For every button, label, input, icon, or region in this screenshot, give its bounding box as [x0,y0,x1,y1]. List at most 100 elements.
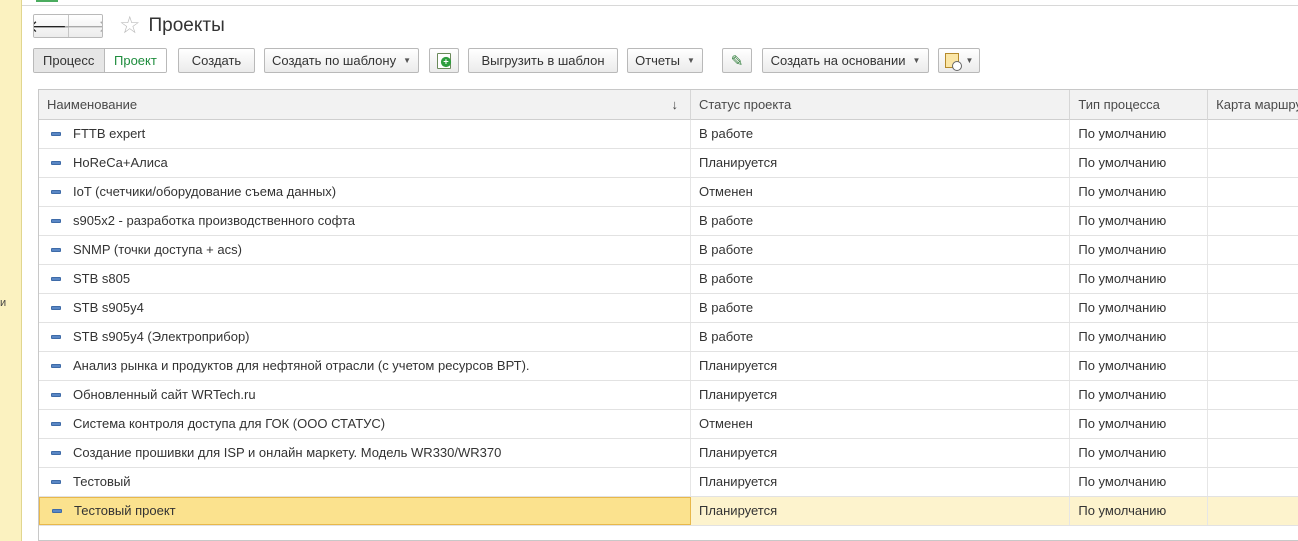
cell-process-type[interactable]: По умолчанию [1070,207,1209,235]
cell-name-text: Система контроля доступа для ГОК (ООО СТ… [73,416,386,431]
cell-route-map[interactable] [1208,497,1298,525]
document-add-icon [437,52,451,69]
table-row[interactable]: STB s905y4 (Электроприбор) В работе По умо… [39,323,1298,352]
cell-process-type[interactable]: По умолчанию [1070,410,1209,438]
table-row[interactable]: SNMP (точки доступа + acs) В работе По умо… [39,236,1298,265]
cell-status[interactable]: Планируется [691,352,1071,380]
star-icon[interactable]: ☆ [119,14,141,38]
cell-route-map[interactable] [1208,410,1298,438]
cell-route-map[interactable] [1208,352,1298,380]
toolbar: Процесс Проект Создать Создать по шаблон… [33,48,1298,74]
cell-name[interactable]: STB s805 [39,265,691,293]
create-button[interactable]: Создать [178,48,255,73]
forward-button[interactable]: 🡒 [63,15,102,37]
table-row[interactable]: HoReCa+Алиса Планируется По умолчанию [39,149,1298,178]
cell-status[interactable]: В работе [691,207,1071,235]
reports-button[interactable]: Отчеты ▼ [627,48,703,73]
left-panel-text: и [0,297,7,309]
item-icon [51,190,61,194]
export-to-template-button[interactable]: Выгрузить в шаблон [468,48,618,73]
cell-name[interactable]: Обновленный сайт WRTech.ru [39,381,691,409]
table-row[interactable]: Тестовый проект Планируется По умолчанию [39,497,1298,526]
cell-status[interactable]: В работе [691,236,1071,264]
cell-status[interactable]: Отменен [691,410,1071,438]
cell-process-type[interactable]: По умолчанию [1070,178,1209,206]
cell-name[interactable]: s905x2 - разработка производственного со… [39,207,691,235]
cell-name[interactable]: Анализ рынка и продуктов для нефтяной от… [39,352,691,380]
edit-button[interactable]: ✎ [722,48,752,73]
cell-process-type[interactable]: По умолчанию [1070,497,1209,525]
item-icon [51,248,61,252]
create-by-template-button[interactable]: Создать по шаблону ▼ [264,48,419,73]
cell-name[interactable]: IoT (счетчики/оборудование съема данных) [39,178,691,206]
item-icon [51,161,61,165]
cell-name[interactable]: Создание прошивки для ISP и онлайн марке… [39,439,691,467]
item-icon [51,132,61,136]
cell-process-type[interactable]: По умолчанию [1070,149,1209,177]
cell-process-type[interactable]: По умолчанию [1070,236,1209,264]
add-document-button[interactable] [429,48,459,73]
cell-name[interactable]: FTTB expert [39,120,691,148]
column-header-name[interactable]: Наименование ↓ [39,90,691,120]
cell-status[interactable]: В работе [691,294,1071,322]
cell-route-map[interactable] [1208,178,1298,206]
cell-route-map[interactable] [1208,120,1298,148]
cell-name[interactable]: SNMP (точки доступа + acs) [39,236,691,264]
table-row[interactable]: Система контроля доступа для ГОК (ООО СТ… [39,410,1298,439]
cell-route-map[interactable] [1208,265,1298,293]
cell-route-map[interactable] [1208,149,1298,177]
cell-name[interactable]: HoReCa+Алиса [39,149,691,177]
cell-status[interactable]: Планируется [691,439,1071,467]
table-row[interactable]: FTTB expert В работе По умолчанию [39,120,1298,149]
table-row[interactable]: IoT (счетчики/оборудование съема данных)… [39,178,1298,207]
cell-process-type[interactable]: По умолчанию [1070,439,1209,467]
cell-status[interactable]: Планируется [691,497,1071,525]
cell-route-map[interactable] [1208,439,1298,467]
cell-route-map[interactable] [1208,207,1298,235]
table-row[interactable]: Анализ рынка и продуктов для нефтяной от… [39,352,1298,381]
cell-process-type[interactable]: По умолчанию [1070,294,1209,322]
cell-status[interactable]: Планируется [691,381,1071,409]
cell-status[interactable]: Планируется [691,468,1071,496]
table-row[interactable]: STB s905y4 В работе По умолчанию [39,294,1298,323]
cell-status[interactable]: Планируется [691,149,1071,177]
item-icon [51,422,61,426]
cell-status[interactable]: Отменен [691,178,1071,206]
item-icon [51,393,61,397]
cell-status[interactable]: В работе [691,265,1071,293]
title-bar: 🡐 🡒 ☆ Проекты [33,13,225,39]
cell-name[interactable]: Тестовый [39,468,691,496]
schedule-button[interactable]: ▼ [938,48,980,73]
cell-name-text: Анализ рынка и продуктов для нефтяной от… [73,358,530,373]
cell-name[interactable]: STB s905y4 [39,294,691,322]
table-row[interactable]: s905x2 - разработка производственного со… [39,207,1298,236]
cell-status[interactable]: В работе [691,323,1071,351]
cell-name[interactable]: STB s905y4 (Электроприбор) [39,323,691,351]
column-header-status[interactable]: Статус проекта [691,90,1071,120]
cell-name-text: STB s905y4 (Электроприбор) [73,329,250,344]
table-row[interactable]: Тестовый Планируется По умолчанию [39,468,1298,497]
cell-route-map[interactable] [1208,323,1298,351]
cell-status[interactable]: В работе [691,120,1071,148]
table-row[interactable]: Создание прошивки для ISP и онлайн марке… [39,439,1298,468]
cell-process-type[interactable]: По умолчанию [1070,381,1209,409]
cell-route-map[interactable] [1208,294,1298,322]
column-header-process-type[interactable]: Тип процесса [1070,90,1209,120]
mode-project-button[interactable]: Проект [104,49,166,72]
cell-process-type[interactable]: По умолчанию [1070,120,1209,148]
cell-process-type[interactable]: По умолчанию [1070,323,1209,351]
cell-process-type[interactable]: По умолчанию [1070,352,1209,380]
cell-name[interactable]: Тестовый проект [39,497,691,525]
cell-route-map[interactable] [1208,468,1298,496]
cell-process-type[interactable]: По умолчанию [1070,265,1209,293]
cell-name-text: HoReCa+Алиса [73,155,168,170]
table-row[interactable]: Обновленный сайт WRTech.ru Планируется По … [39,381,1298,410]
table-row[interactable]: STB s805 В работе По умолчанию [39,265,1298,294]
cell-name[interactable]: Система контроля доступа для ГОК (ООО СТ… [39,410,691,438]
mode-process-button[interactable]: Процесс [34,49,104,72]
cell-process-type[interactable]: По умолчанию [1070,468,1209,496]
create-based-on-button[interactable]: Создать на основании ▼ [762,48,929,73]
cell-route-map[interactable] [1208,236,1298,264]
cell-route-map[interactable] [1208,381,1298,409]
column-header-route-map[interactable]: Карта маршрута [1208,90,1298,120]
